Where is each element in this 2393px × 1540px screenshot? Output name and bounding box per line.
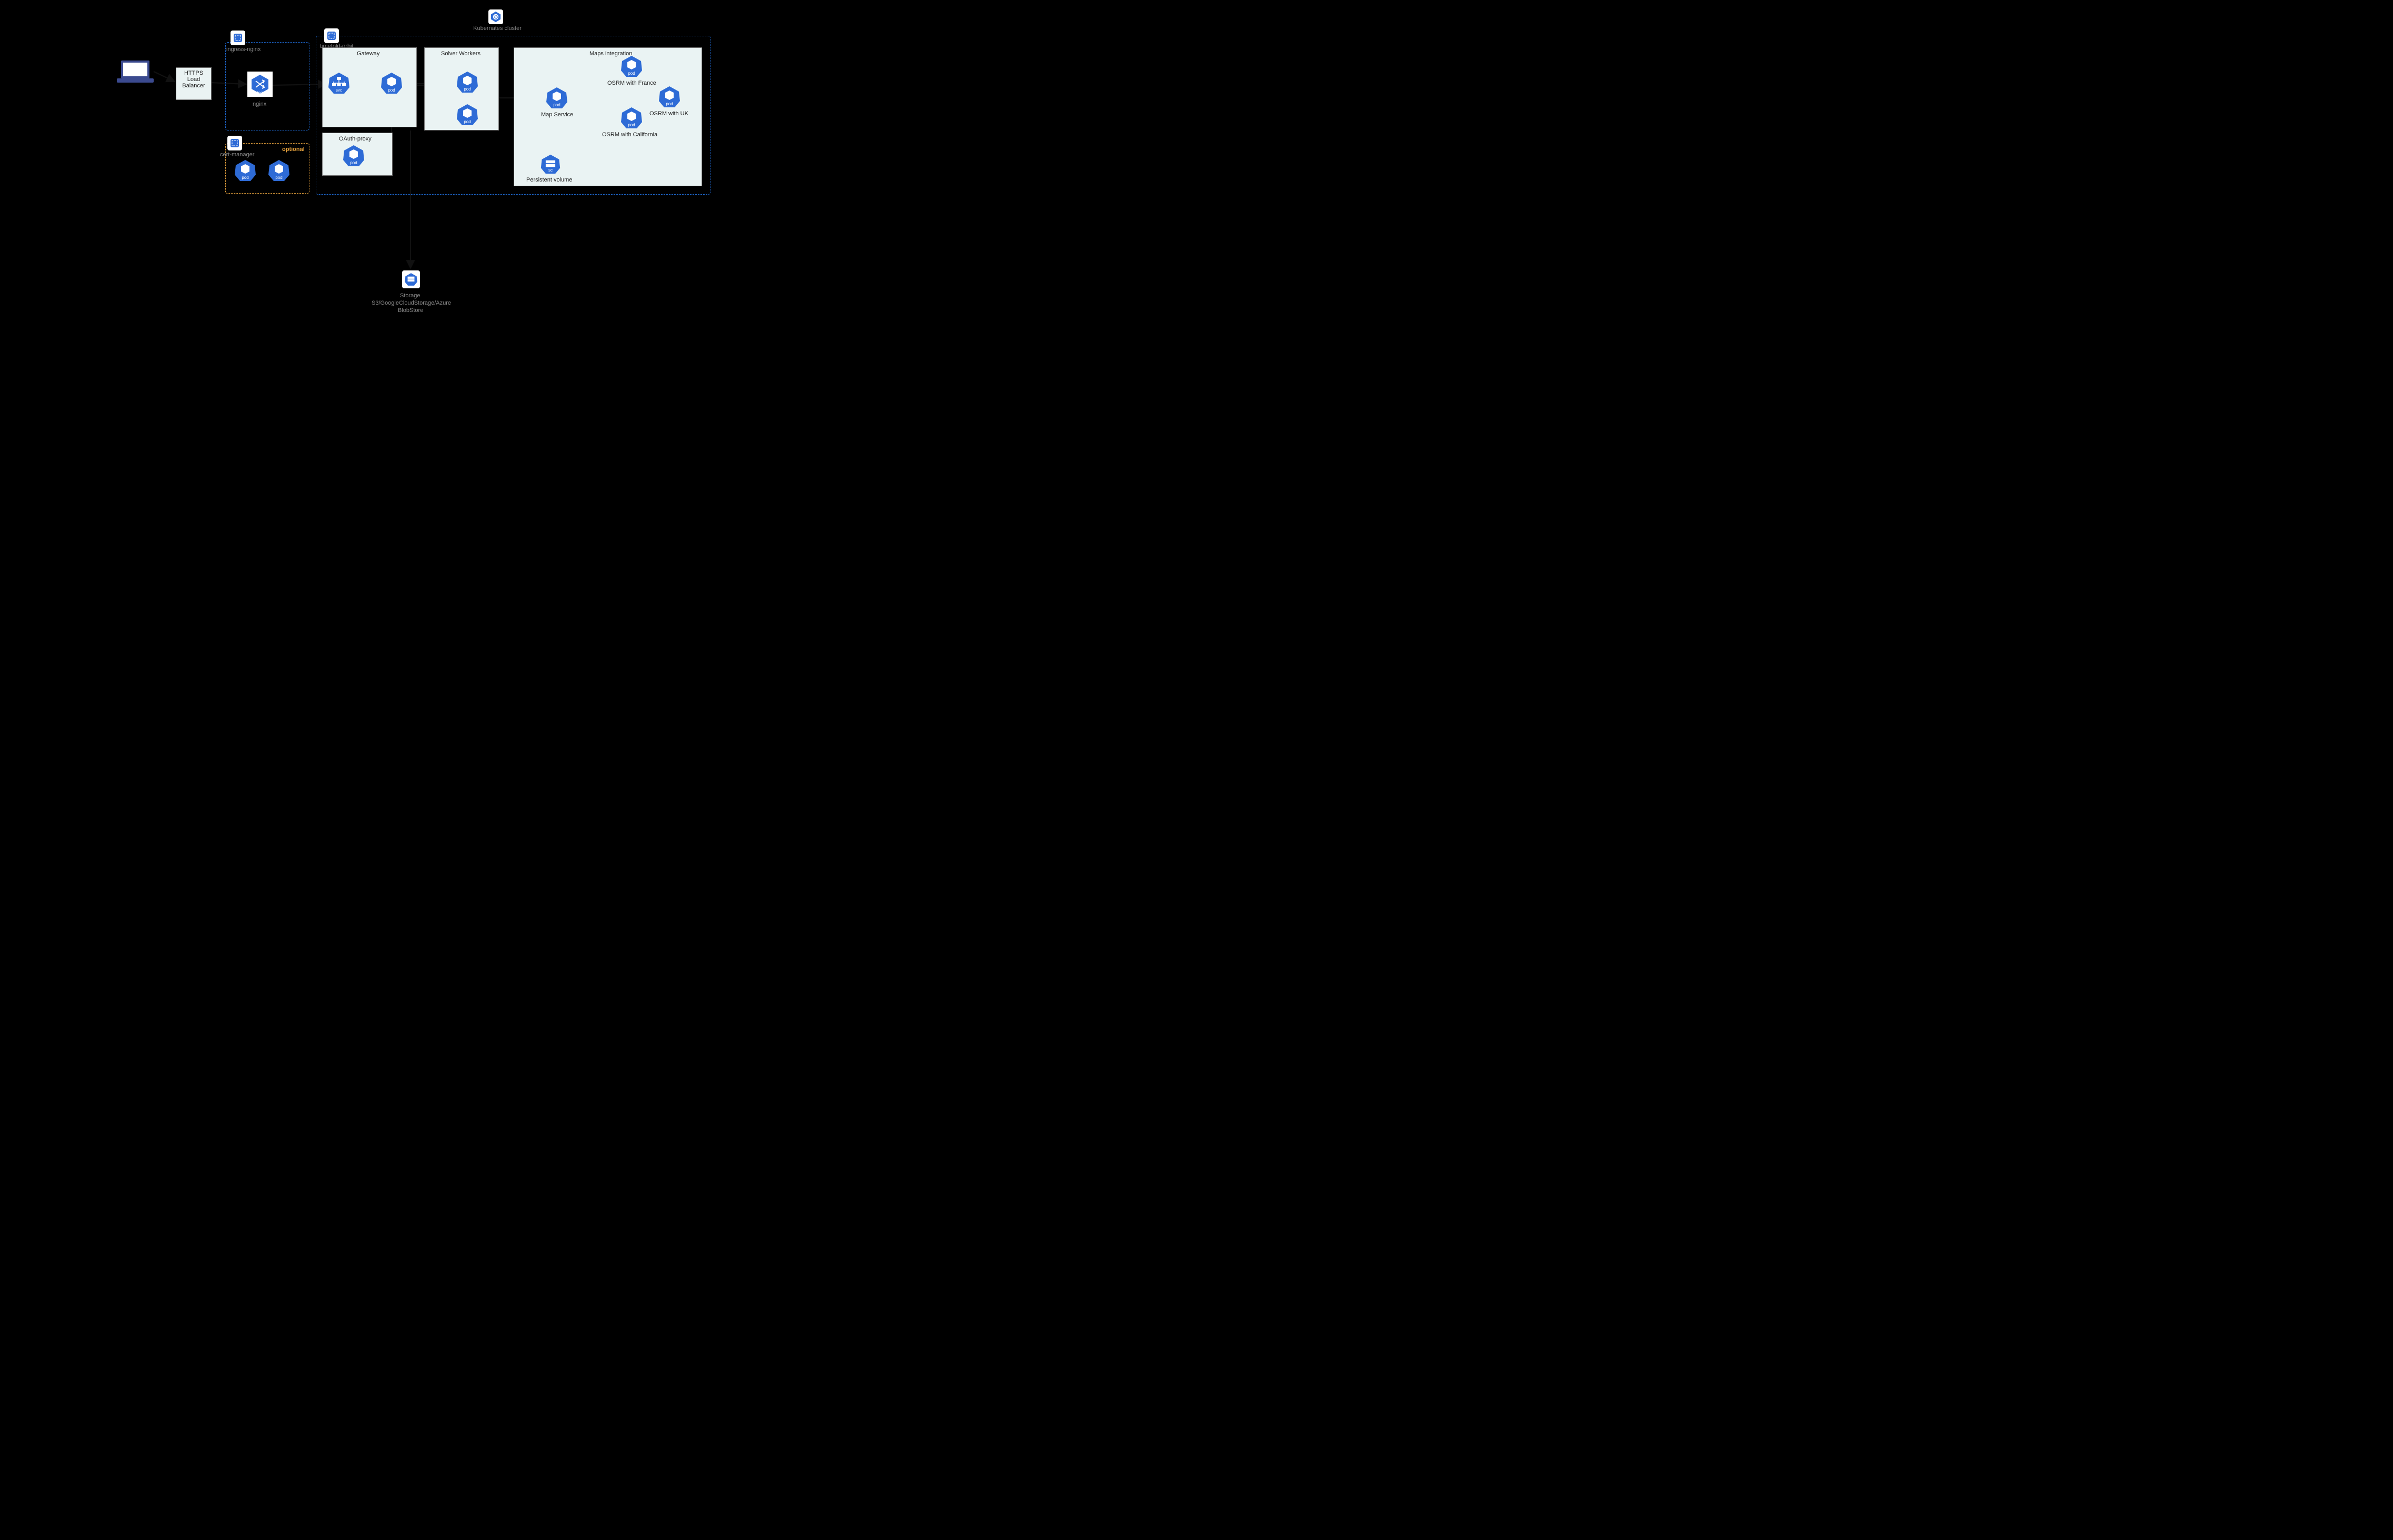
pod-tag: pod — [342, 160, 365, 165]
pod-tag: pod — [620, 123, 643, 127]
pod-tag: pod — [658, 102, 681, 106]
osrm-france-label: OSRM with France — [607, 80, 656, 86]
pod-tag: pod — [545, 103, 568, 107]
optional-label: optional — [282, 146, 305, 153]
pod-tag: pod — [234, 175, 257, 180]
kubernetes-cluster-label: Kubernates cluster — [463, 25, 532, 32]
pod-tag: pod — [380, 88, 403, 93]
diagram-canvas: HTTPS Load Balancer Kubernates cluster i… — [0, 0, 798, 514]
cert-manager-label: cert-manager — [220, 152, 254, 158]
svc-tag: svc — [327, 88, 351, 93]
solver-workers-label: Solver Workers — [441, 51, 480, 57]
cert-manager-ns-icon — [227, 136, 242, 150]
persistent-volume-sc: sc — [540, 154, 561, 175]
osrm-california-label: OSRM with California — [602, 132, 657, 138]
oauth-proxy-label: OAuth-proxy — [339, 136, 372, 142]
gateway-svc: svc — [327, 72, 351, 95]
lb-line1: HTTPS — [176, 70, 211, 76]
pod-tag: pod — [456, 119, 479, 124]
lb-line2: Load — [176, 76, 211, 83]
pod-tag: pod — [267, 175, 291, 180]
cert-manager-pod-2: pod — [267, 159, 291, 182]
storage-icon — [402, 270, 420, 288]
gateway-pod: pod — [380, 72, 403, 95]
storage-label-1: Storage — [400, 293, 420, 299]
solver-pod-2: pod — [456, 103, 479, 126]
osrm-uk-pod: pod — [658, 85, 681, 108]
cert-manager-pod-1: pod — [234, 159, 257, 182]
sc-tag: sc — [540, 168, 561, 173]
map-service-pod: pod — [545, 86, 568, 109]
https-load-balancer: HTTPS Load Balancer — [176, 67, 212, 100]
nginx-ingress: ing — [247, 72, 273, 97]
oauth-pod: pod — [342, 144, 365, 167]
osrm-uk-label: OSRM with UK — [649, 110, 688, 117]
kubernetes-icon — [488, 9, 503, 24]
pod-tag: pod — [620, 71, 643, 76]
storage-label-3: BlobStore — [398, 307, 423, 314]
lb-line3: Balancer — [176, 83, 211, 89]
persistent-volume-label: Persistent volume — [526, 177, 572, 183]
solver-pod-1: pod — [456, 71, 479, 94]
osrm-california-pod: pod — [620, 106, 643, 129]
client-laptop-icon — [117, 59, 154, 86]
map-service-label: Map Service — [541, 112, 573, 118]
gateway-label: Gateway — [357, 51, 379, 57]
ingress-nginx-ns-icon — [231, 31, 245, 45]
osrm-france-pod: pod — [620, 55, 643, 78]
ingress-nginx-label: ingress-nginx — [226, 46, 261, 53]
timefold-orbit-ns-icon — [324, 28, 339, 43]
ing-tag: ing — [247, 90, 273, 95]
pod-tag: pod — [456, 87, 479, 92]
storage-label-2: S3/GoogleCloudStorage/Azure — [372, 300, 451, 306]
nginx-label: nginx — [253, 101, 266, 107]
